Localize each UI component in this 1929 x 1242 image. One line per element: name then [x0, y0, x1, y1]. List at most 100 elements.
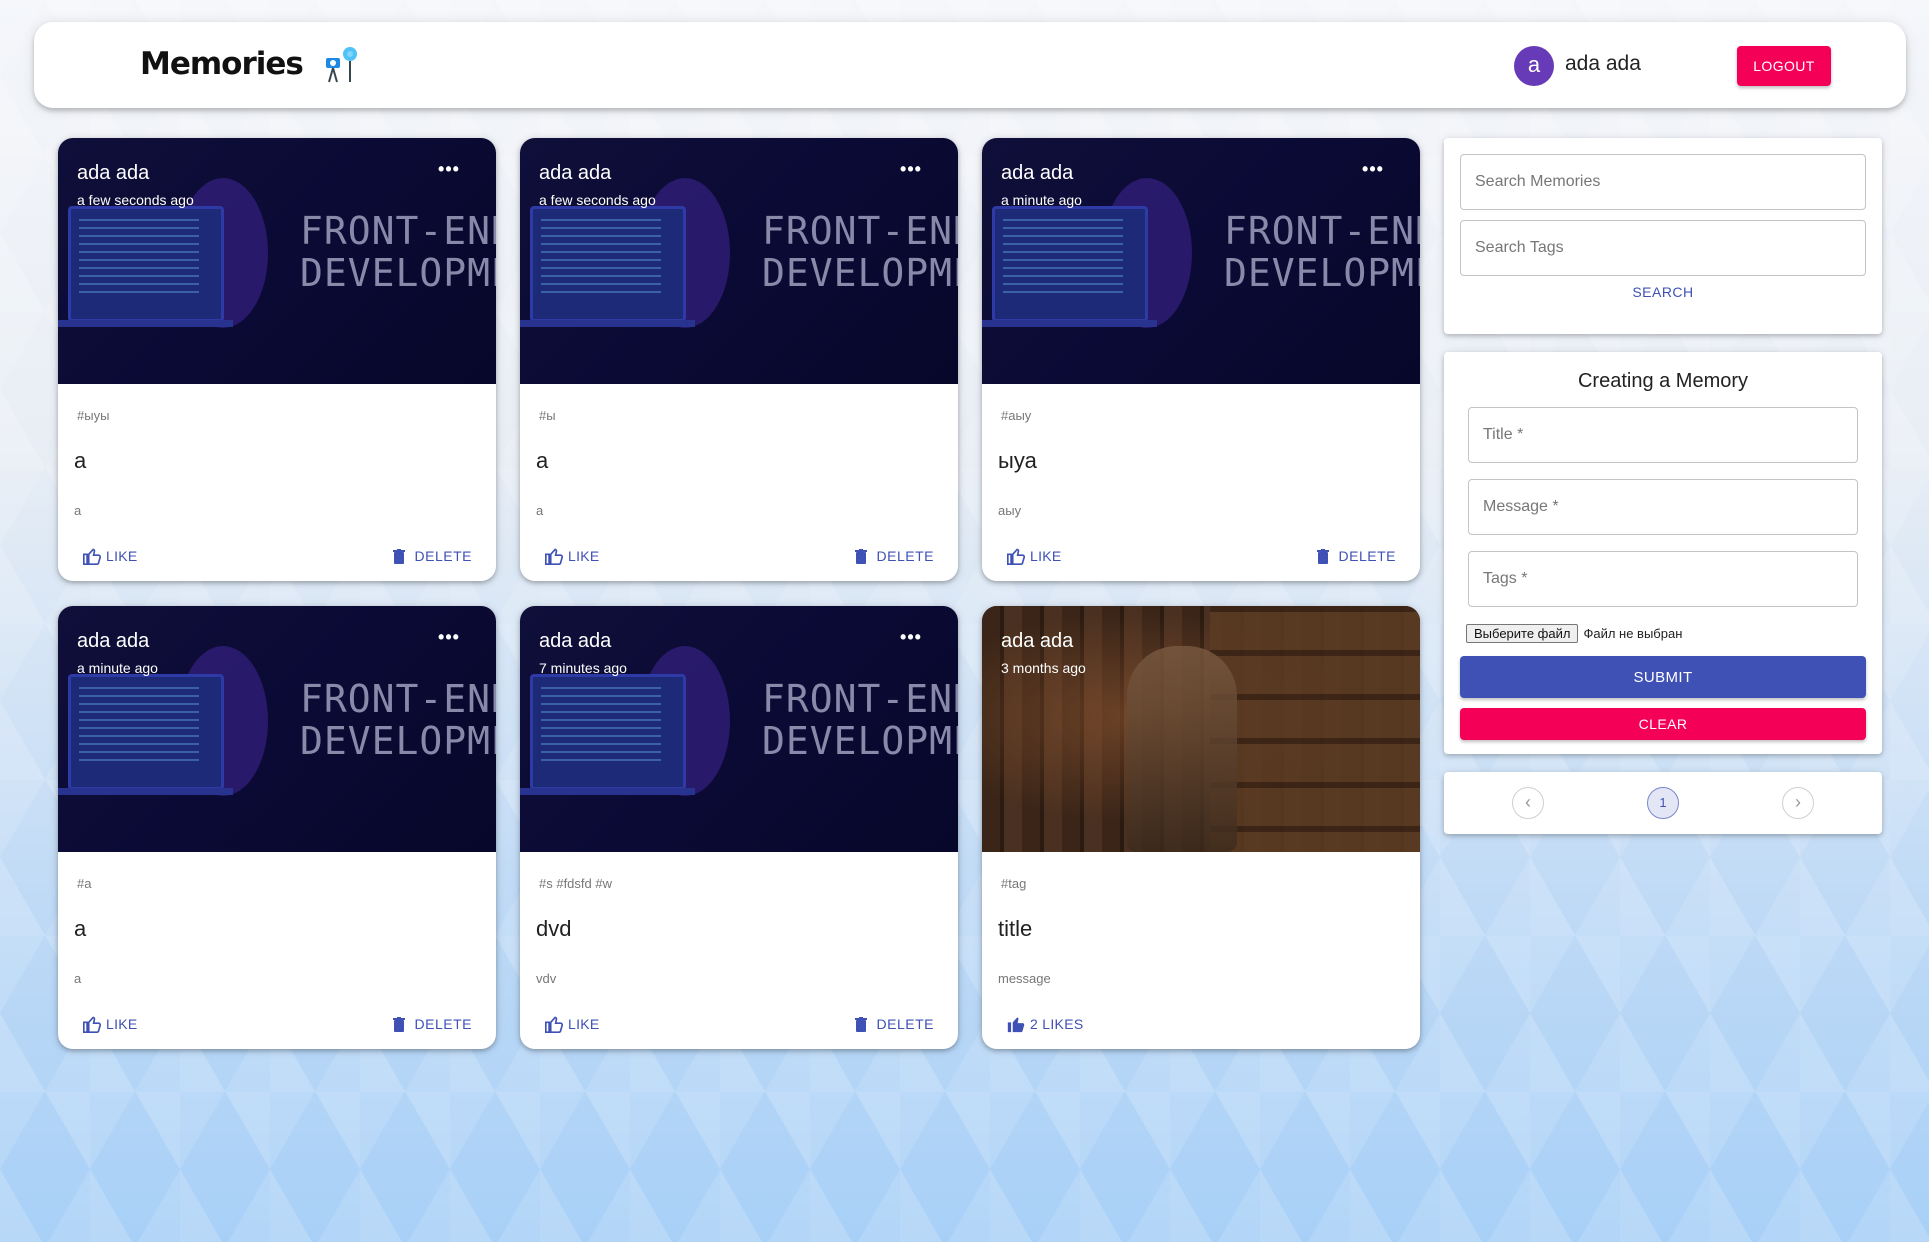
delete-label: DELETE: [1338, 548, 1396, 564]
search-panel: SEARCH: [1444, 138, 1882, 334]
clear-button[interactable]: CLEAR: [1460, 708, 1866, 740]
delete-label: DELETE: [414, 548, 472, 564]
delete-label: DELETE: [876, 548, 934, 564]
next-page-chevron-icon[interactable]: ›: [1782, 787, 1814, 819]
post-tags: #ы: [539, 408, 556, 423]
post-title: a: [74, 916, 87, 941]
post-time: 7 minutes ago: [539, 660, 627, 676]
like-button[interactable]: 2 LIKES: [1006, 1013, 1083, 1035]
post-message: a: [74, 503, 82, 518]
message-field[interactable]: [1468, 479, 1858, 535]
post-message: аыу: [998, 503, 1022, 518]
post-author: ada ada: [77, 630, 150, 652]
post-image-text: FRONT-END DEVELOPMEN: [762, 209, 958, 295]
like-label: 2 LIKES: [1030, 1016, 1084, 1032]
prev-page-chevron-icon[interactable]: ‹: [1512, 787, 1544, 819]
create-memory-form: Creating a Memory Выберите файл Файл не …: [1444, 352, 1882, 754]
trash-icon: [392, 548, 405, 564]
tags-field[interactable]: [1468, 551, 1858, 607]
like-label: LIKE: [568, 1016, 600, 1032]
post-title: title: [998, 916, 1033, 941]
post-image-text: FRONT-END DEVELOPMEN: [762, 677, 958, 763]
brand-title[interactable]: Memories: [140, 46, 304, 82]
user-name: ada ada: [1565, 52, 1641, 75]
search-tags-input[interactable]: [1460, 220, 1866, 276]
delete-button[interactable]: DELETE: [1316, 545, 1396, 567]
post-time: 3 months ago: [1001, 660, 1086, 676]
choose-file-button[interactable]: Выберите файл: [1466, 624, 1579, 643]
like-button[interactable]: LIKE: [544, 545, 600, 567]
post-time: a minute ago: [1001, 192, 1082, 208]
post-tags: #s #fdsfd #w: [539, 876, 612, 891]
delete-label: DELETE: [876, 1016, 934, 1032]
post-card: FRONT-END DEVELOPMEN ada ada a few secon…: [58, 138, 496, 581]
like-button[interactable]: LIKE: [544, 1013, 600, 1035]
thumb-up-outline-icon: [544, 547, 564, 565]
delete-label: DELETE: [414, 1016, 472, 1032]
post-time: a few seconds ago: [539, 192, 656, 208]
form-title: Creating a Memory: [1577, 370, 1749, 392]
trash-icon: [1316, 548, 1329, 564]
post-card: FRONT-END DEVELOPMEN ada ada 7 minutes a…: [520, 606, 958, 1049]
thumb-up-outline-icon: [82, 1015, 102, 1033]
page-1-button[interactable]: 1: [1647, 787, 1679, 819]
thumb-up-outline-icon: [82, 547, 102, 565]
like-label: LIKE: [568, 548, 600, 564]
more-options-icon[interactable]: •••: [898, 160, 924, 180]
post-message: a: [536, 503, 544, 518]
file-status: Файл не выбран: [1583, 626, 1683, 641]
more-options-icon[interactable]: •••: [436, 160, 462, 180]
more-options-icon[interactable]: •••: [436, 628, 462, 648]
post-card: ada ada 3 months ago #tag title message …: [982, 606, 1420, 1049]
search-button[interactable]: SEARCH: [1444, 284, 1882, 300]
delete-button[interactable]: DELETE: [392, 1013, 472, 1035]
delete-button[interactable]: DELETE: [854, 1013, 934, 1035]
post-author: ada ada: [1001, 630, 1074, 652]
post-message: message: [998, 971, 1051, 986]
post-card: FRONT-END DEVELOPMEN ada ada a few secon…: [520, 138, 958, 581]
thumb-up-outline-icon: [1006, 547, 1026, 565]
memories-logo-icon: [320, 44, 364, 88]
post-time: a minute ago: [77, 660, 158, 676]
pagination: ‹ 1 ›: [1444, 772, 1882, 834]
user-avatar: a: [1514, 46, 1554, 86]
submit-button[interactable]: SUBMIT: [1460, 656, 1866, 698]
more-options-icon[interactable]: •••: [1360, 160, 1386, 180]
post-tags: #tag: [1001, 876, 1027, 891]
post-image-text: FRONT-END DEVELOPMEN: [1224, 209, 1420, 295]
delete-button[interactable]: DELETE: [392, 545, 472, 567]
post-message: vdv: [536, 971, 557, 986]
delete-button[interactable]: DELETE: [854, 545, 934, 567]
like-label: LIKE: [1030, 548, 1062, 564]
post-time: a few seconds ago: [77, 192, 194, 208]
like-button[interactable]: LIKE: [82, 1013, 138, 1035]
post-card: FRONT-END DEVELOPMEN ada ada a minute ag…: [58, 606, 496, 1049]
trash-icon: [854, 548, 867, 564]
thumb-up-outline-icon: [544, 1015, 564, 1033]
post-image-text: FRONT-END DEVELOPMEN: [300, 677, 496, 763]
logout-button[interactable]: LOGOUT: [1737, 46, 1831, 86]
post-author: ada ada: [539, 162, 612, 184]
trash-icon: [392, 1016, 405, 1032]
trash-icon: [854, 1016, 867, 1032]
post-author: ada ada: [77, 162, 150, 184]
title-field[interactable]: [1468, 407, 1858, 463]
thumb-up-filled-icon: [1006, 1015, 1026, 1033]
post-tags: #аыу: [1001, 408, 1032, 423]
more-options-icon[interactable]: •••: [898, 628, 924, 648]
post-title: dvd: [536, 916, 572, 941]
post-message: a: [74, 971, 82, 986]
post-title: a: [536, 448, 549, 473]
post-title: a: [74, 448, 87, 473]
file-picker: Выберите файл Файл не выбран: [1466, 624, 1682, 643]
like-label: LIKE: [106, 548, 138, 564]
post-author: ada ada: [1001, 162, 1074, 184]
post-tags: #ыуы: [77, 408, 110, 423]
like-button[interactable]: LIKE: [1006, 545, 1062, 567]
like-label: LIKE: [106, 1016, 138, 1032]
like-button[interactable]: LIKE: [82, 545, 138, 567]
post-card: FRONT-END DEVELOPMEN ada ada a minute ag…: [982, 138, 1420, 581]
post-author: ada ada: [539, 630, 612, 652]
post-image-text: FRONT-END DEVELOPMEN: [300, 209, 496, 295]
search-memories-input[interactable]: [1460, 154, 1866, 210]
